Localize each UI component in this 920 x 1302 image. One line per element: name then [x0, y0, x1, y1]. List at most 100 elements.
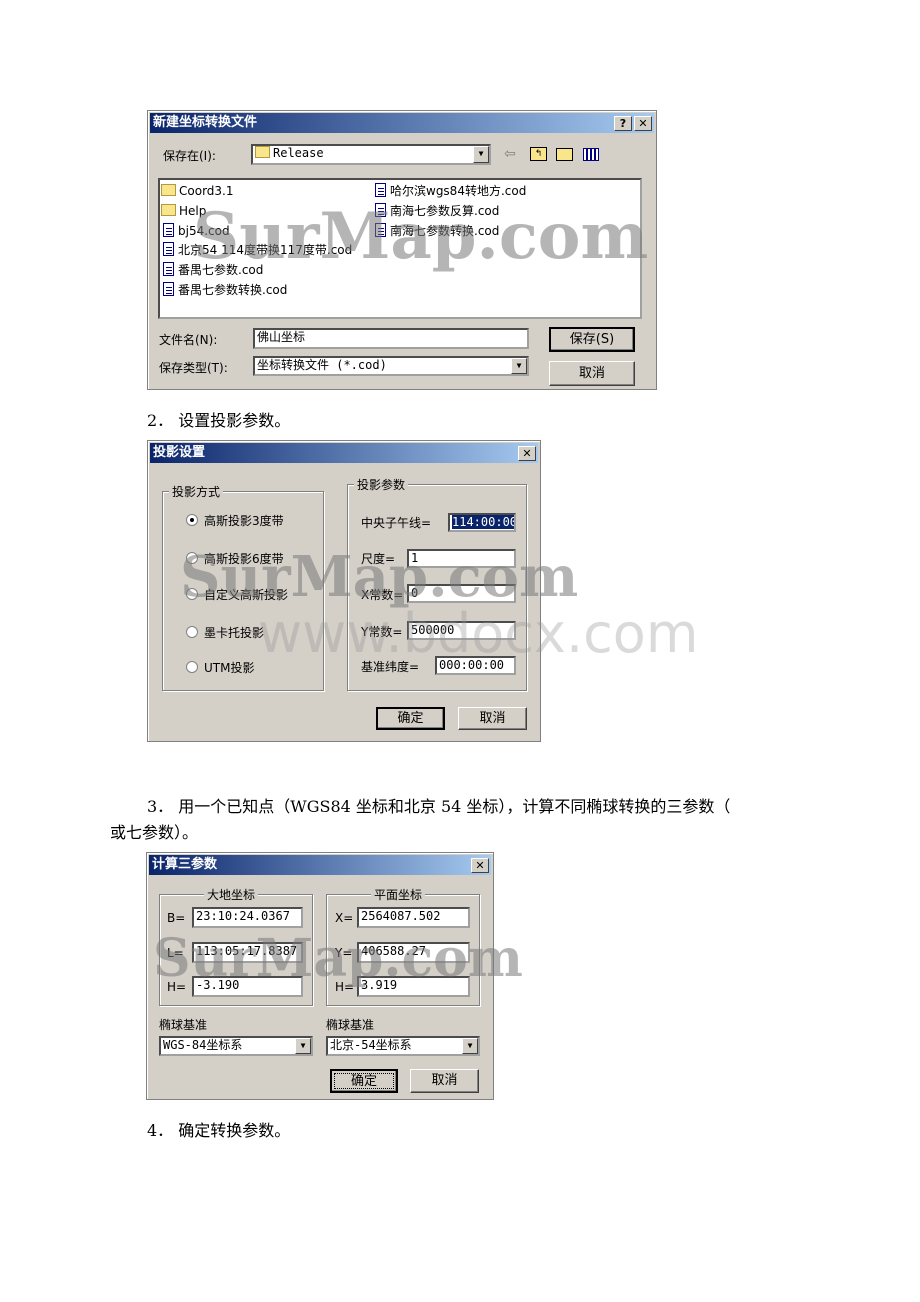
b-label: B= [167, 911, 186, 925]
list-item[interactable]: 北京54 114度带换117度带.cod [163, 241, 352, 259]
view-menu-icon[interactable] [583, 148, 599, 161]
step-3-text-cont: 或七参数）。 [110, 823, 199, 842]
title-bar: 投影设置 [150, 443, 538, 463]
group-label: 平面坐标 [371, 886, 426, 903]
plane-h-label: H= [335, 980, 355, 994]
group-label: 大地坐标 [204, 886, 259, 903]
central-meridian-input[interactable]: 114:00:00 [448, 513, 516, 532]
radio-label: 墨卡托投影 [204, 626, 265, 640]
cancel-button[interactable]: 取消 [458, 707, 527, 730]
step-4-text: 4． 确定转换参数。 [147, 1121, 291, 1140]
x-label: X= [335, 911, 354, 925]
filename-label: 文件名(N): [159, 333, 218, 347]
y-constant-label: Y常数= [361, 625, 403, 639]
close-button[interactable]: ✕ [518, 446, 536, 461]
file-icon [375, 223, 386, 237]
h-label: H= [167, 980, 187, 994]
ok-button[interactable]: 确定 [376, 707, 445, 730]
list-item[interactable]: Coord3.1 [161, 182, 234, 200]
projection-dialog: 投影设置 ✕ 投影方式 高斯投影3度带 高斯投影6度带 自定义高斯投影 墨卡托投… [147, 440, 578, 742]
dropdown-arrow-icon[interactable]: ▼ [462, 1038, 478, 1054]
scale-label: 尺度= [361, 552, 396, 566]
up-folder-icon[interactable]: ↰ [530, 147, 547, 161]
group-label: 投影方式 [169, 483, 224, 500]
folder-icon [255, 146, 270, 158]
folder-name: Release [273, 146, 324, 160]
three-params-dialog: 计算三参数 ✕ 大地坐标 平面坐标 B= 23:10:24.0367 L= 11… [146, 852, 523, 1100]
b-input[interactable]: 23:10:24.0367 [192, 907, 303, 928]
step-3-text: 3． 用一个已知点（WGS84 坐标和北京 54 坐标），计算不同椭球转换的三参… [147, 797, 731, 816]
list-item[interactable]: 番禺七参数.cod [163, 261, 263, 279]
dialog-title: 投影设置 [153, 445, 206, 460]
cancel-button[interactable]: 取消 [549, 361, 635, 386]
filename-input[interactable]: 佛山坐标 [253, 328, 529, 349]
plane-h-input[interactable]: 3.919 [357, 976, 470, 997]
radio-label: 自定义高斯投影 [204, 588, 289, 602]
radio-gauss-3[interactable] [186, 514, 198, 526]
ellipsoid-label-left: 椭球基准 [159, 1018, 208, 1032]
central-meridian-label: 中央子午线= [361, 516, 432, 530]
cancel-button[interactable]: 取消 [410, 1069, 479, 1093]
list-item[interactable]: Help [161, 202, 206, 220]
dropdown-arrow-icon[interactable]: ▼ [473, 146, 489, 163]
list-item[interactable]: 南海七参数反算.cod [375, 202, 499, 220]
ok-button[interactable]: 确定 [330, 1069, 398, 1093]
file-icon [375, 183, 386, 197]
l-label: L= [167, 946, 184, 960]
y-constant-input[interactable]: 500000 [407, 621, 516, 640]
save-in-combo[interactable]: Release ▼ [251, 144, 491, 165]
file-icon [375, 203, 386, 217]
file-icon [163, 262, 174, 276]
h-input[interactable]: -3.190 [192, 976, 303, 997]
save-file-dialog: 新建坐标转换文件 ? ✕ 保存在(I): Release ▼ ⇦ ↰ Coord… [147, 110, 657, 390]
x-input[interactable]: 2564087.502 [357, 907, 470, 928]
folder-icon [161, 204, 176, 216]
back-arrow-icon[interactable]: ⇦ [504, 146, 516, 162]
title-bar: 计算三参数 [149, 855, 491, 875]
radio-label: 高斯投影6度带 [204, 552, 284, 566]
radio-custom-gauss[interactable] [186, 588, 198, 600]
y-input[interactable]: 406588.27 [357, 942, 470, 963]
list-item[interactable]: bj54.cod [163, 222, 230, 240]
dialog-title: 新建坐标转换文件 [153, 115, 258, 130]
y-label: Y= [335, 946, 353, 960]
new-folder-icon[interactable] [556, 148, 573, 161]
radio-label: UTM投影 [204, 661, 255, 675]
radio-utm[interactable] [186, 661, 198, 673]
radio-label: 高斯投影3度带 [204, 514, 284, 528]
ellipsoid-label-right: 椭球基准 [326, 1018, 375, 1032]
file-icon [163, 282, 174, 296]
help-button[interactable]: ? [614, 116, 632, 131]
filetype-value: 坐标转换文件 (*.cod) [257, 358, 387, 372]
file-icon [163, 242, 174, 256]
title-bar: 新建坐标转换文件 [150, 113, 654, 133]
ellipsoid-right-value: 北京-54坐标系 [330, 1038, 412, 1052]
close-button[interactable]: ✕ [634, 116, 652, 131]
dropdown-arrow-icon[interactable]: ▼ [511, 358, 527, 374]
list-item[interactable]: 南海七参数转换.cod [375, 222, 499, 240]
dialog-title: 计算三参数 [152, 857, 218, 872]
ellipsoid-left-combo[interactable]: WGS-84坐标系 ▼ [159, 1036, 313, 1056]
filetype-label: 保存类型(T): [159, 361, 228, 375]
radio-mercator[interactable] [186, 626, 198, 638]
step-2-text: 2． 设置投影参数。 [147, 411, 291, 430]
save-button[interactable]: 保存(S) [549, 327, 635, 352]
file-icon [163, 223, 174, 237]
ellipsoid-right-combo[interactable]: 北京-54坐标系 ▼ [326, 1036, 480, 1056]
list-item[interactable]: 番禺七参数转换.cod [163, 281, 287, 299]
ellipsoid-left-value: WGS-84坐标系 [163, 1038, 243, 1052]
save-in-label: 保存在(I): [163, 149, 216, 163]
group-label: 投影参数 [354, 476, 409, 493]
x-constant-input[interactable]: 0 [407, 584, 516, 603]
l-input[interactable]: 113:05:17.8387 [192, 942, 303, 963]
folder-icon [161, 184, 176, 196]
base-latitude-input[interactable]: 000:00:00 [435, 656, 516, 675]
filetype-combo[interactable]: 坐标转换文件 (*.cod) ▼ [253, 356, 529, 376]
close-button[interactable]: ✕ [471, 858, 489, 873]
file-list[interactable]: Coord3.1 Help bj54.cod 北京54 114度带换117度带.… [158, 178, 642, 319]
scale-input[interactable]: 1 [407, 549, 516, 568]
dropdown-arrow-icon[interactable]: ▼ [295, 1038, 311, 1054]
radio-gauss-6[interactable] [186, 552, 198, 564]
list-item[interactable]: 哈尔滨wgs84转地方.cod [375, 182, 526, 200]
base-latitude-label: 基准纬度= [361, 660, 420, 674]
